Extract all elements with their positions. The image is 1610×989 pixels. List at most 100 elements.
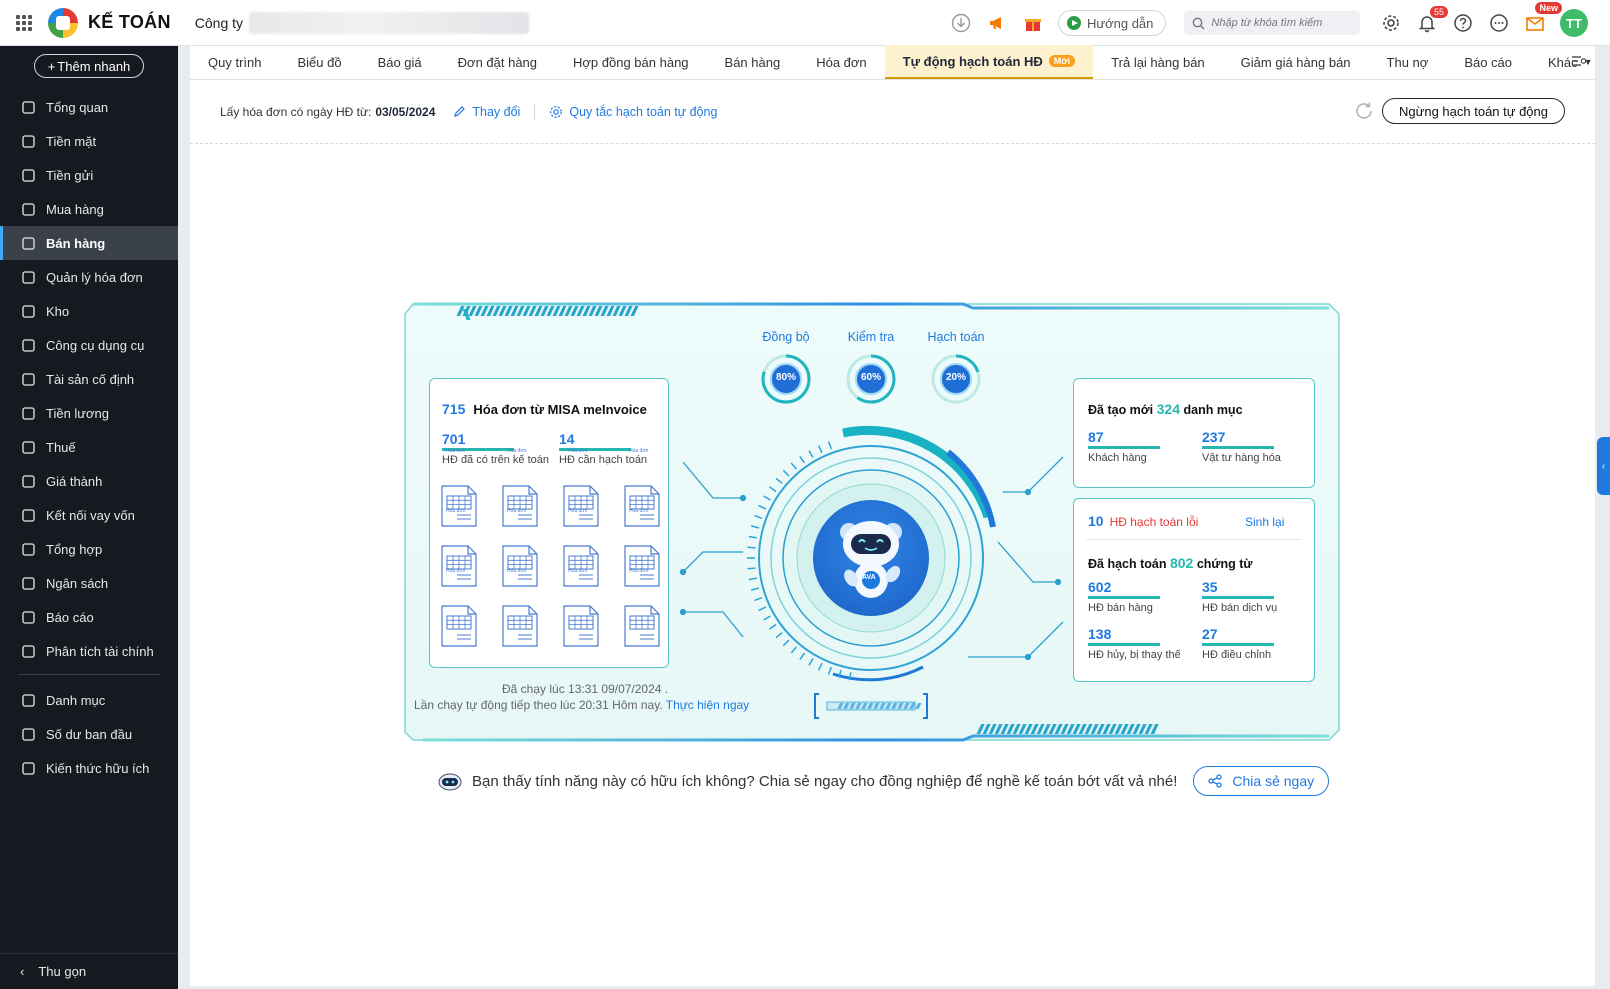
stat-items[interactable]: 237 Vật tư hàng hóa xyxy=(1202,429,1281,464)
stat-customers[interactable]: 87 Khách hàng xyxy=(1088,429,1160,464)
change-date-link[interactable]: Thay đổi xyxy=(453,105,520,119)
invoices-in-books-value: 701 xyxy=(442,431,466,447)
apps-grid-icon[interactable] xyxy=(16,14,32,31)
sidebar-item[interactable]: Tổng quan xyxy=(0,90,178,124)
tab[interactable]: Tự động hạch toán HĐ Mới xyxy=(884,45,1094,79)
invoice-source-card: 715 Hóa đơn từ MISA meInvoice 701 HĐ đã … xyxy=(429,378,669,668)
categories-suffix: danh mục xyxy=(1183,403,1243,417)
adjusted-invoices-value: 27 xyxy=(1202,626,1218,642)
sidebar-item[interactable]: Thuế xyxy=(0,430,178,464)
stat-cancelled-invoices[interactable]: 138 HĐ hủy, bị thay thế xyxy=(1088,626,1181,661)
sidebar: + Thêm nhanh Tổng quan Tiền mặt Tiền gửi Mu… xyxy=(0,46,178,989)
posted-count: 802 xyxy=(1169,555,1194,571)
tab-settings-icon[interactable] xyxy=(1571,54,1587,71)
search-box[interactable] xyxy=(1184,11,1361,35)
stat-sales-invoices[interactable]: 602 HĐ bán hàng xyxy=(1088,579,1160,614)
tab[interactable]: Báo giá xyxy=(360,45,440,79)
sidebar-item[interactable]: Quản lý hóa đơn xyxy=(0,260,178,294)
report-icon xyxy=(20,609,36,625)
invoice-document-label: Hóa đơn xyxy=(446,568,466,574)
sidebar-item[interactable]: Số dư ban đầu xyxy=(0,717,178,751)
tab[interactable]: Báo cáo xyxy=(1446,45,1530,79)
sidebar-item[interactable]: Kiến thức hữu ích xyxy=(0,751,178,785)
adjusted-invoices-label: HĐ điều chỉnh xyxy=(1202,649,1272,661)
sidebar-item[interactable]: Phân tích tài chính xyxy=(0,634,178,668)
quick-add-button[interactable]: + Thêm nhanh xyxy=(34,54,144,78)
sidebar-item[interactable]: Mua hàng xyxy=(0,192,178,226)
categories-prefix: Đã tạo mới xyxy=(1088,403,1154,417)
sidebar-item[interactable]: Giá thành xyxy=(0,464,178,498)
tab[interactable]: Hóa đơn xyxy=(798,45,884,79)
sidebar-item[interactable]: Tiền lương xyxy=(0,396,178,430)
invoice-source-title: Hóa đơn từ MISA meInvoice xyxy=(473,402,647,417)
stat-adjusted-invoices[interactable]: 27 HĐ điều chỉnh xyxy=(1202,626,1274,661)
download-icon[interactable] xyxy=(950,12,972,34)
stage-label: Hạch toán xyxy=(927,330,985,344)
tab[interactable]: Đơn đặt hàng xyxy=(440,45,555,79)
sidebar-item[interactable]: Tổng hợp xyxy=(0,532,178,566)
company-name-redacted[interactable] xyxy=(249,11,530,34)
invoice-document-label: Hóa đơn xyxy=(629,508,649,514)
share-icon xyxy=(1208,774,1223,788)
megaphone-icon[interactable] xyxy=(986,12,1008,34)
budget-icon xyxy=(20,575,36,591)
invoice-document-label: Hóa đơn xyxy=(446,448,466,454)
run-now-link[interactable]: Thực hiện ngay xyxy=(666,698,749,712)
tab[interactable]: Bán hàng xyxy=(707,45,799,79)
sidebar-nav: Tổng quan Tiền mặt Tiền gửi Mua hàng Bán hàn… xyxy=(0,90,178,668)
settings-gear-icon[interactable] xyxy=(1380,12,1402,34)
company-label[interactable]: Công ty xyxy=(195,15,243,31)
analytics-icon xyxy=(20,643,36,659)
stop-auto-post-button[interactable]: Ngừng hạch toán tự động xyxy=(1382,98,1565,124)
invoices-to-post-label: HĐ cần hạch toán xyxy=(559,454,648,466)
stage-label: Đồng bộ xyxy=(762,330,810,344)
refresh-icon[interactable] xyxy=(1353,100,1375,125)
error-label[interactable]: HĐ hạch toán lỗi xyxy=(1110,515,1199,529)
toolbar-separator xyxy=(534,103,536,120)
sidebar-item[interactable]: Danh mục xyxy=(0,683,178,717)
invoice-document-icon: Hóa đơn xyxy=(562,508,600,587)
sidebar-item[interactable]: Tiền gửi xyxy=(0,158,178,192)
collapse-sidebar-button[interactable]: ‹ Thu gọn xyxy=(0,953,178,989)
tab[interactable]: Trả lại hàng bán xyxy=(1093,45,1222,79)
sidebar-nav-secondary: Danh mục Số dư ban đầu Kiến thức hữu ích xyxy=(0,683,178,785)
sidebar-item[interactable]: Tài sản cố định xyxy=(0,362,178,396)
sidebar-item-label: Số dư ban đầu xyxy=(46,726,133,742)
tab[interactable]: Giảm giá hàng bán xyxy=(1223,45,1369,79)
tab[interactable]: Hợp đồng bán hàng xyxy=(555,45,707,79)
sidebar-item[interactable]: Bán hàng xyxy=(0,226,178,260)
guide-button[interactable]: Hướng dẫn xyxy=(1058,10,1167,36)
sidebar-item[interactable]: Báo cáo xyxy=(0,600,178,634)
search-input[interactable] xyxy=(1211,17,1352,29)
posted-card: 10 HĐ hạch toán lỗi Sinh lại Đã hạch toá… xyxy=(1073,498,1315,682)
more-options-icon[interactable] xyxy=(1488,12,1510,34)
sidebar-item[interactable]: Tiền mặt xyxy=(0,124,178,158)
sidebar-item-label: Kiến thức hữu ích xyxy=(46,760,150,776)
sidebar-item[interactable]: Kho xyxy=(0,294,178,328)
tab[interactable]: Biểu đồ xyxy=(279,45,359,79)
auto-post-rules-link[interactable]: Quy tắc hạch toán tự động xyxy=(549,105,717,119)
tab-label: Bán hàng xyxy=(724,54,781,70)
help-icon[interactable] xyxy=(1452,12,1474,34)
invoice-document-icon: Hóa đơn xyxy=(501,568,539,647)
list-icon xyxy=(20,692,36,708)
whats-new-icon[interactable]: New xyxy=(1524,2,1562,34)
tab[interactable]: Khác ▼ xyxy=(1530,45,1610,79)
sidebar-item[interactable]: Ngân sách xyxy=(0,566,178,600)
regenerate-link[interactable]: Sinh lại xyxy=(1245,515,1284,529)
invoice-document-label: Hóa đơn xyxy=(568,448,588,454)
tab[interactable]: Thu nợ xyxy=(1369,45,1447,79)
side-panel-toggle[interactable]: ‹ xyxy=(1597,437,1610,495)
user-avatar[interactable]: TT xyxy=(1560,9,1588,37)
sidebar-item[interactable]: Công cụ dụng cụ xyxy=(0,328,178,362)
gift-icon[interactable] xyxy=(1022,12,1044,34)
sidebar-item[interactable]: Kết nối vay vốn xyxy=(0,498,178,532)
chevron-left-icon: ‹ xyxy=(20,964,25,979)
app-logo[interactable] xyxy=(48,7,78,38)
tab[interactable]: Quy trình xyxy=(190,45,279,79)
share-now-button[interactable]: Chia sẻ ngay xyxy=(1193,766,1330,796)
tab-label: Trả lại hàng bán xyxy=(1111,54,1205,70)
stat-service-invoices[interactable]: 35 HĐ bán dịch vụ xyxy=(1202,579,1277,614)
notification-bell-icon[interactable]: 55 xyxy=(1416,6,1448,34)
stage-percent: 20% xyxy=(945,372,966,383)
